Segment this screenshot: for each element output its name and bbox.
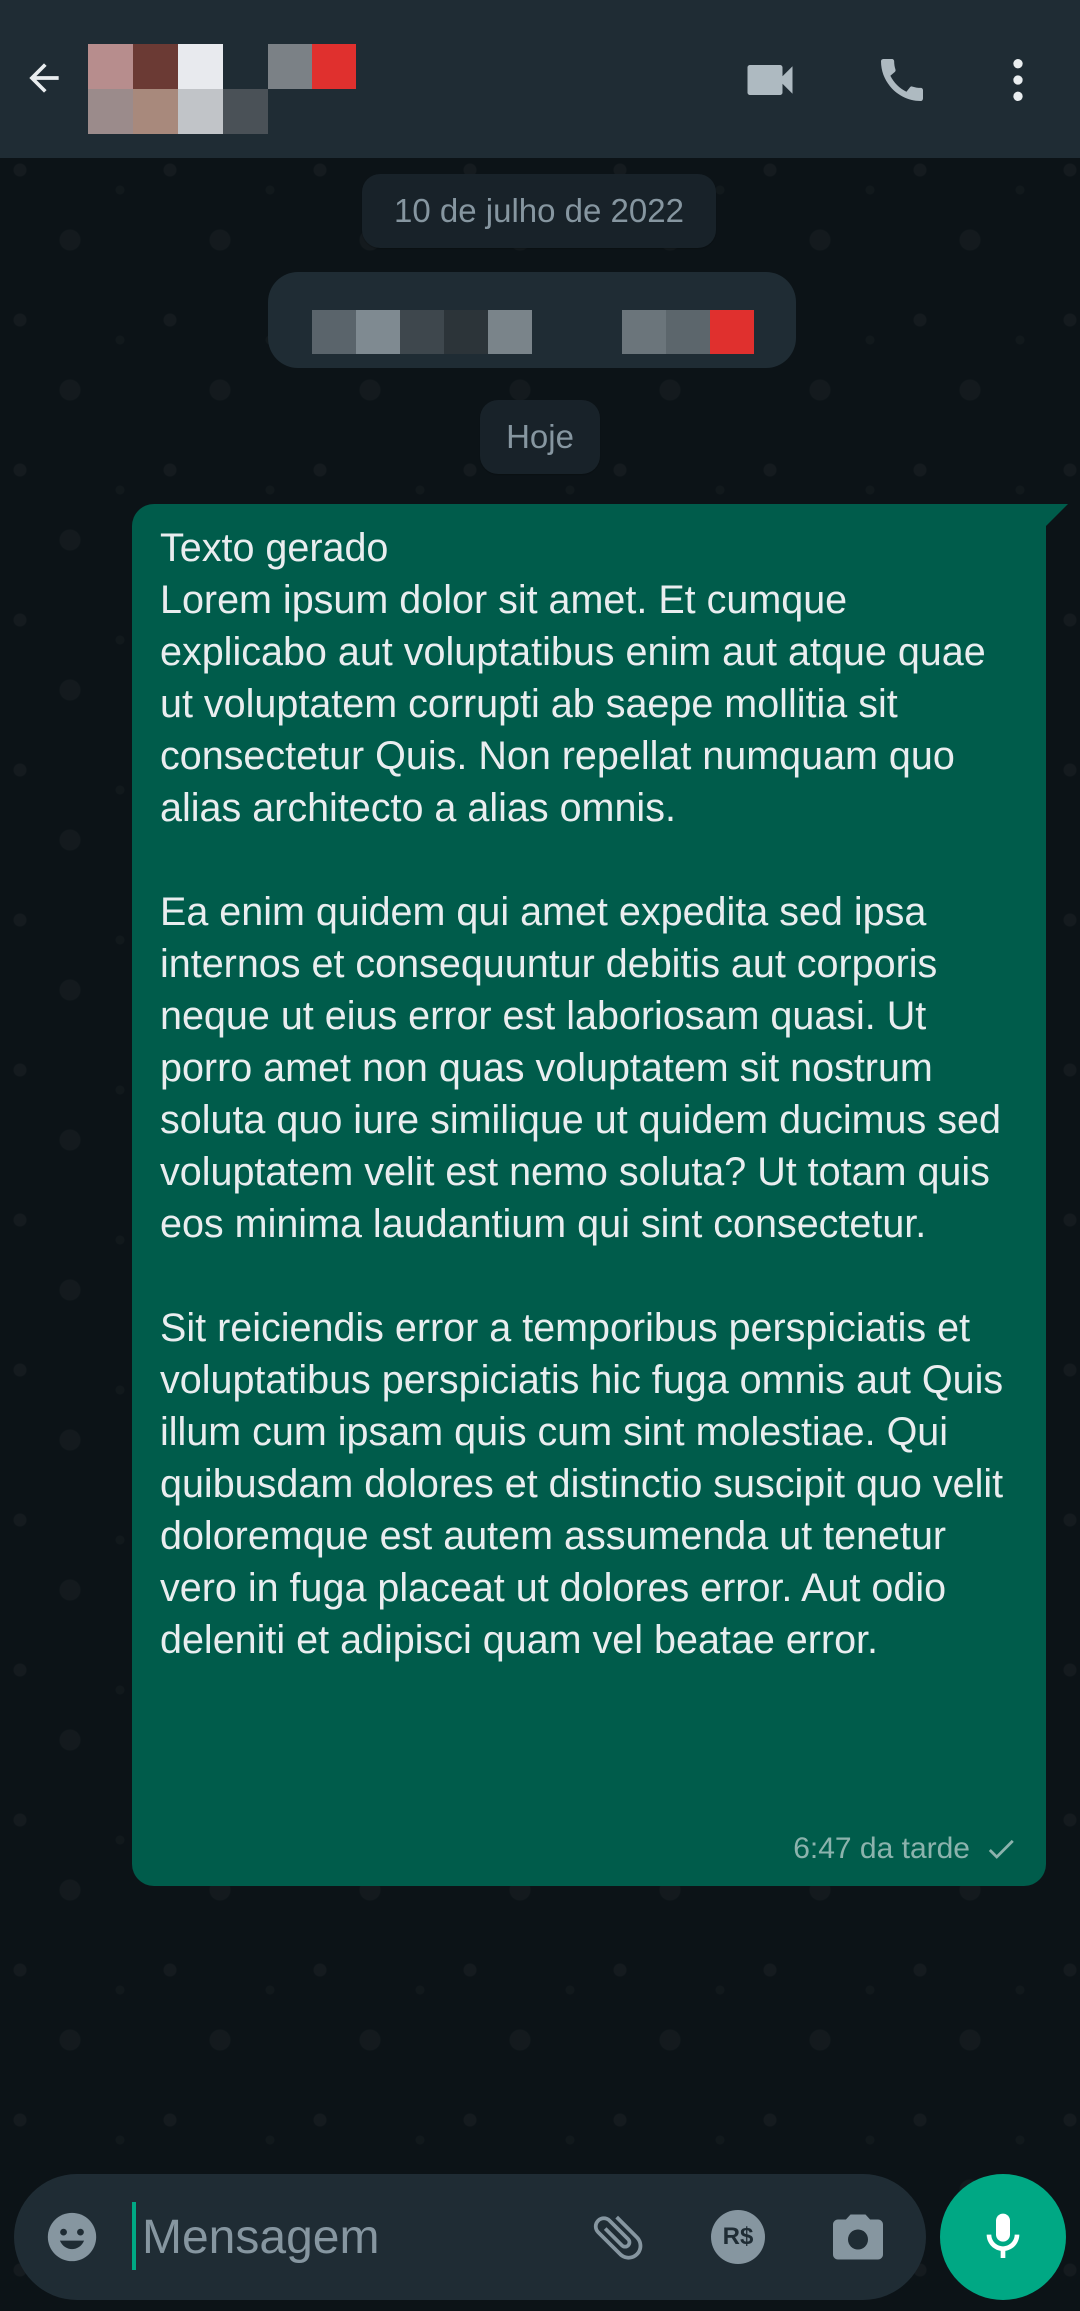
outgoing-message-bubble[interactable]: Texto gerado Lorem ipsum dolor sit amet.… — [132, 504, 1046, 1886]
mic-icon — [986, 2213, 1020, 2258]
message-meta: 6:47 da tarde — [793, 1832, 1018, 1866]
single-check-icon — [988, 1839, 1014, 1859]
video-call-button[interactable] — [738, 48, 802, 112]
today-separator: Hoje — [480, 400, 600, 474]
message-composer: R$ — [14, 2174, 926, 2300]
text-cursor — [132, 2202, 136, 2270]
message-time: 6:47 da tarde — [793, 1832, 970, 1865]
more-options-button[interactable] — [986, 48, 1050, 112]
video-call-icon — [747, 65, 793, 95]
back-arrow-icon — [29, 63, 59, 93]
attach-button[interactable] — [586, 2205, 650, 2269]
previous-message-redacted[interactable] — [268, 272, 796, 368]
voice-call-icon — [881, 58, 923, 101]
back-button[interactable] — [14, 48, 74, 108]
payment-icon: R$ — [711, 2210, 765, 2264]
emoji-icon — [47, 2212, 97, 2262]
emoji-button[interactable] — [40, 2205, 104, 2269]
message-input[interactable] — [140, 2196, 564, 2278]
bubble-tail — [1046, 504, 1068, 526]
payment-button[interactable]: R$ — [706, 2205, 770, 2269]
date-separator: 10 de julho de 2022 — [362, 174, 716, 248]
chat-header — [0, 0, 1080, 158]
voice-message-button[interactable] — [940, 2174, 1066, 2300]
message-text: Texto gerado Lorem ipsum dolor sit amet.… — [160, 526, 1004, 1662]
camera-icon — [833, 2214, 883, 2260]
camera-button[interactable] — [826, 2205, 890, 2269]
contact-name-redacted[interactable] — [268, 44, 356, 89]
payment-label: R$ — [722, 2223, 754, 2250]
voice-call-button[interactable] — [870, 48, 934, 112]
contact-avatar[interactable] — [88, 44, 268, 134]
more-options-icon — [1013, 59, 1023, 101]
attach-icon — [593, 2215, 643, 2260]
